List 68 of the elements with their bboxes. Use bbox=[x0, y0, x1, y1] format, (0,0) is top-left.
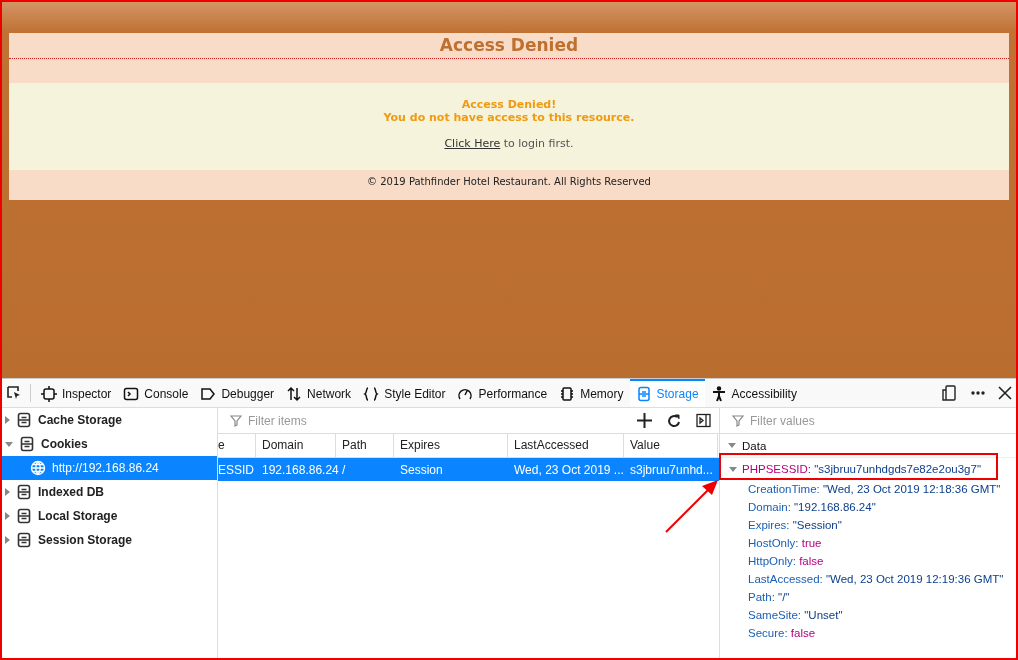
footer-text: © 2019 Pathfinder Hotel Restaurant. All Rights Reserved bbox=[9, 170, 1009, 200]
braces-icon bbox=[363, 386, 380, 402]
table-cell-text: Session bbox=[399, 462, 444, 477]
filter-items-field[interactable]: Filter items bbox=[246, 412, 400, 429]
accessibility-icon bbox=[710, 386, 727, 402]
column-header[interactable]: Value bbox=[624, 434, 718, 457]
column-header[interactable]: Path bbox=[336, 434, 394, 457]
column-header[interactable]: Domain bbox=[256, 434, 336, 457]
error-message: Access Denied! You do not have access to this resource. bbox=[382, 98, 636, 124]
table-cell-text: Wed, 23 Oct 2019 ... bbox=[513, 462, 624, 477]
cookie-property: HostOnly: true bbox=[747, 536, 823, 551]
storage-tree-item[interactable]: Indexed DB bbox=[0, 480, 217, 504]
filter-values-field[interactable]: Filter values bbox=[748, 412, 902, 429]
storage-tree-item[interactable]: http://192.168.86.24 bbox=[0, 456, 217, 480]
storage-tree-item[interactable]: Session Storage bbox=[0, 528, 217, 552]
devtools-tab[interactable]: Memory bbox=[553, 379, 630, 407]
page-title: Access Denied bbox=[9, 33, 1009, 59]
cookie-property: CreationTime: "Wed, 23 Oct 2019 12:18:36 GMT" bbox=[747, 482, 1002, 497]
data-section-header[interactable]: Data bbox=[720, 434, 1018, 458]
devtools-tab[interactable]: Performance bbox=[451, 379, 554, 407]
column-header[interactable]: LastAccessed bbox=[508, 434, 624, 457]
database-icon bbox=[16, 484, 32, 500]
cookie-property: HttpOnly: false bbox=[747, 554, 825, 569]
cookie-property: Domain: "192.168.86.24" bbox=[747, 500, 877, 515]
element-picker-icon[interactable] bbox=[6, 385, 22, 401]
storage-tree-item[interactable]: Cache Storage bbox=[0, 408, 217, 432]
login-text: to login first. bbox=[502, 137, 574, 150]
database-icon bbox=[16, 412, 32, 428]
storage-icon bbox=[635, 386, 652, 402]
storage-tree-item[interactable]: Local Storage bbox=[0, 504, 217, 528]
inspector-icon bbox=[41, 386, 57, 402]
storage-tree-item[interactable]: Cookies bbox=[0, 432, 217, 456]
cookie-row[interactable]: ESSID 192.168.86.24 / Session Wed, 23 Oct 2019 ... s3jbruu7unhd... bbox=[218, 458, 719, 481]
network-icon bbox=[286, 386, 303, 402]
login-link[interactable]: Click Here bbox=[444, 137, 501, 150]
database-icon bbox=[16, 508, 32, 524]
column-header[interactable]: Expires bbox=[394, 434, 508, 457]
debugger-icon bbox=[200, 386, 217, 402]
database-icon bbox=[19, 436, 35, 452]
responsive-mode-icon[interactable] bbox=[942, 385, 958, 401]
database-icon bbox=[16, 532, 32, 548]
globe-icon bbox=[30, 460, 46, 476]
cookie-entry[interactable]: PHPSESSID: "s3jbruu7unhdgds7e82e2ou3g7" bbox=[720, 458, 1018, 480]
devtools-tab[interactable]: Console bbox=[117, 379, 195, 407]
devtools-tab[interactable]: Inspector bbox=[35, 379, 118, 407]
gauge-icon bbox=[457, 386, 474, 402]
table-cell-text: s3jbruu7unhd... bbox=[629, 462, 714, 477]
cookie-property: Expires: "Session" bbox=[747, 518, 843, 533]
devtools-tab[interactable]: Network bbox=[280, 379, 358, 407]
devtools-tab[interactable]: Debugger bbox=[194, 379, 281, 407]
console-icon bbox=[123, 386, 140, 402]
add-icon[interactable] bbox=[637, 413, 652, 428]
memory-chip-icon bbox=[559, 386, 576, 402]
filter-icon bbox=[732, 414, 744, 427]
cookie-property: Path: "/" bbox=[747, 590, 791, 605]
devtools-tab[interactable]: Accessibility bbox=[704, 379, 803, 407]
cookie-property: LastAccessed: "Wed, 23 Oct 2019 12:19:36 GMT" bbox=[747, 572, 1005, 587]
annotation-arrow bbox=[664, 478, 720, 534]
sidebar-toggle-icon[interactable] bbox=[696, 413, 711, 428]
devtools-tab[interactable]: Storage bbox=[629, 379, 705, 407]
column-header[interactable]: e bbox=[218, 434, 256, 457]
refresh-icon[interactable] bbox=[666, 412, 682, 429]
devtools-tab[interactable]: Style Editor bbox=[357, 379, 452, 407]
cookie-property: SameSite: "Unset" bbox=[747, 608, 844, 623]
cookie-property: Secure: false bbox=[747, 626, 817, 641]
close-icon[interactable] bbox=[998, 386, 1012, 400]
table-cell-text: ESSID bbox=[218, 462, 255, 477]
filter-icon bbox=[230, 414, 242, 427]
